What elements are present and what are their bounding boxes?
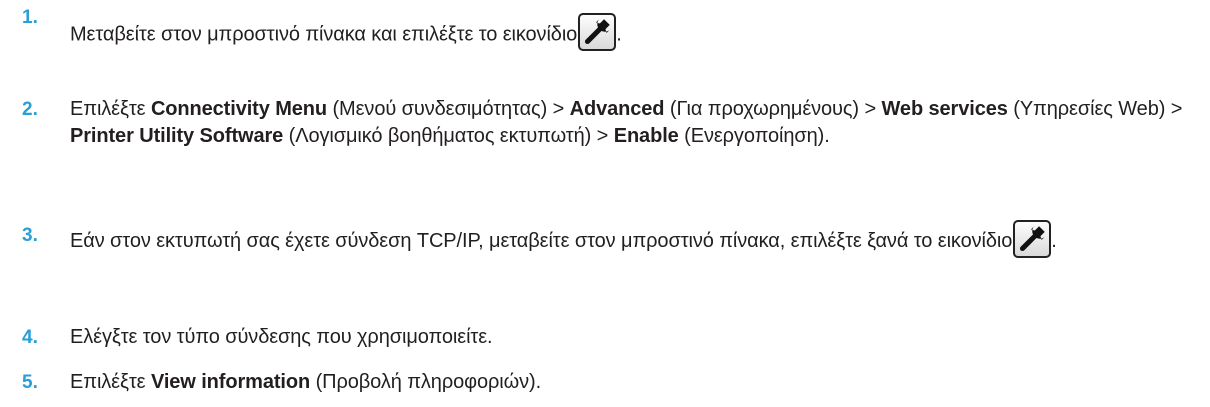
step-number: 5. [22, 372, 38, 393]
step-text: Επιλέξτε View information (Προβολή πληρο… [70, 371, 542, 393]
menu-item-printer-utility-software: Printer Utility Software [70, 125, 284, 147]
step-text: Επιλέξτε Connectivity Menu (Μενού συνδεσ… [70, 98, 1183, 147]
wrench-icon [578, 13, 617, 51]
wrench-icon [1013, 219, 1052, 258]
step-number: 1. [22, 7, 38, 28]
step-number: 2. [22, 99, 38, 120]
menu-item-enable: Enable [613, 125, 679, 147]
menu-item-advanced: Advanced [569, 98, 665, 120]
step-text: Εάν στον εκτυπωτή σας έχετε σύνδεση TCP/… [70, 219, 1200, 261]
step-text: Ελέγξτε τον τύπο σύνδεσης που χρησιμοποι… [70, 326, 493, 348]
menu-item-view-information: View information [150, 371, 311, 393]
menu-item-connectivity: Connectivity Menu [150, 98, 328, 120]
step-number: 4. [22, 327, 38, 348]
step-text: Μεταβείτε στον μπροστινό πίνακα και επιλ… [70, 13, 1200, 54]
menu-item-web-services: Web services [881, 98, 1008, 120]
step-number: 3. [22, 225, 38, 246]
